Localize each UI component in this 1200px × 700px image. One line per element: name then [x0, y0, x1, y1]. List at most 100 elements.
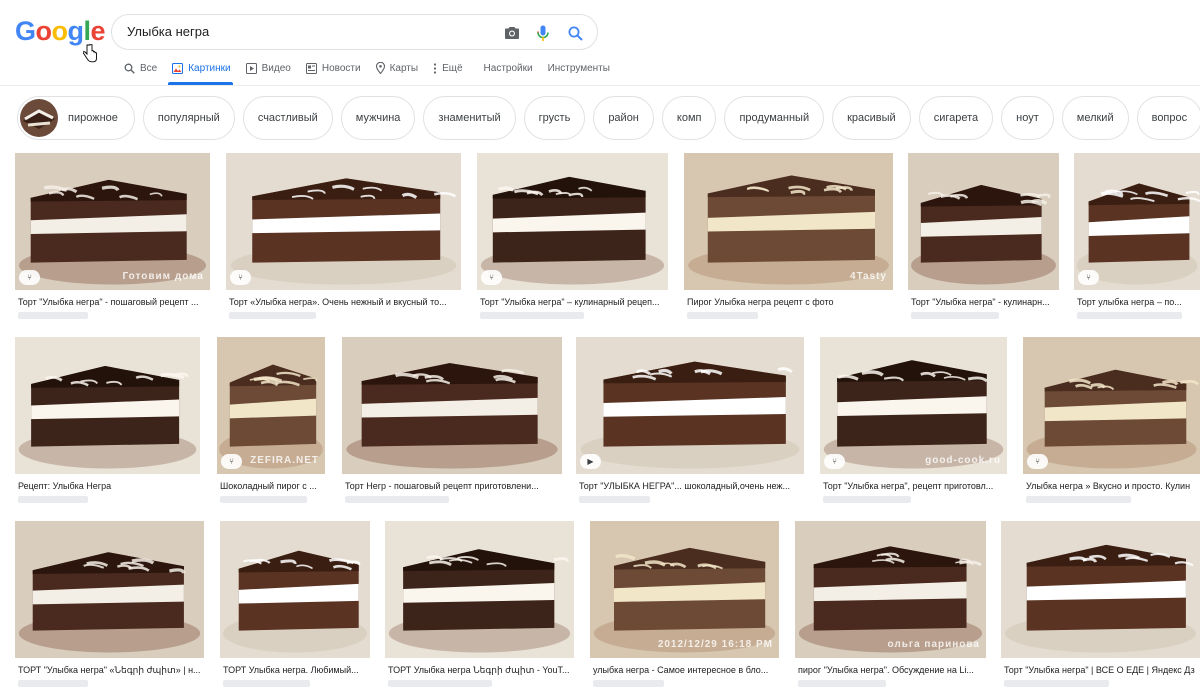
- result-caption[interactable]: пирог "Улыбка негра". Обсуждение на Li..…: [798, 664, 985, 676]
- tab-tools[interactable]: Инструменты: [548, 58, 610, 78]
- image-result[interactable]: Торт Негр - пошаговый рецепт приготовлен…: [342, 337, 562, 504]
- chip-10[interactable]: сигарета: [918, 96, 994, 140]
- tab-all[interactable]: Все: [124, 58, 157, 78]
- search-query[interactable]: Улыбка негра: [127, 15, 209, 49]
- result-caption[interactable]: ТОРТ Улыбка негра. Любимый...: [223, 664, 369, 676]
- result-caption[interactable]: Торт "УЛЫБКА НЕГРА"... шоколадный,очень …: [579, 480, 803, 492]
- result-caption[interactable]: Торт "Улыбка негра" – кулинарный рецеп..…: [480, 296, 667, 308]
- result-caption[interactable]: Рецепт: Улыбка Негра: [18, 480, 199, 492]
- chip-11[interactable]: ноут: [1001, 96, 1054, 140]
- chip-2[interactable]: счастливый: [242, 96, 333, 140]
- image-result[interactable]: ⑂ Торт улыбка негра – по...: [1074, 153, 1200, 320]
- chip-0[interactable]: пирожное: [17, 96, 135, 140]
- search-icon[interactable]: [563, 21, 587, 45]
- chip-13[interactable]: вопрос: [1136, 96, 1200, 140]
- result-caption[interactable]: улыбка негра - Самое интересное в бло...: [593, 664, 778, 676]
- result-caption[interactable]: Торт «Улыбка негра». Очень нежный и вкус…: [229, 296, 460, 308]
- chip-5[interactable]: грусть: [523, 96, 586, 140]
- result-thumbnail[interactable]: [1001, 521, 1200, 658]
- result-caption[interactable]: Пирог Улыбка негра рецепт с фото: [687, 296, 892, 308]
- image-watermark: good-cook.ru: [925, 455, 1001, 466]
- tab-maps[interactable]: Карты: [375, 58, 418, 78]
- image-result[interactable]: ТОРТ "Улыбка негра" «Նեգրի ժպիտ» | н...: [15, 521, 204, 688]
- logo-letter: G: [15, 16, 36, 46]
- image-result[interactable]: ⑂ Торт «Улыбка негра». Очень нежный и вку…: [226, 153, 461, 320]
- result-thumbnail[interactable]: ⑂: [477, 153, 668, 290]
- result-caption[interactable]: ТОРТ "Улыбка негра" «Նեգրի ժպիտ» | н...: [18, 664, 203, 676]
- camera-icon[interactable]: [500, 21, 524, 45]
- result-caption[interactable]: Торт "Улыбка негра" - кулинарн...: [911, 296, 1058, 308]
- logo-letter: g: [67, 16, 85, 46]
- result-caption[interactable]: Торт "Улыбка негра" | ВСЕ О ЕДЕ | Яндекс…: [1004, 664, 1199, 676]
- result-source-placeholder: [579, 496, 650, 503]
- image-result[interactable]: Готовим дома ⑂ Торт "Улыбка негра" - пошаг…: [15, 153, 210, 320]
- tab-images[interactable]: Картинки: [168, 58, 234, 85]
- chip-12[interactable]: мелкий: [1061, 96, 1129, 140]
- search-box[interactable]: Улыбка негра: [111, 14, 598, 50]
- result-caption[interactable]: Торт "Улыбка негра", рецепт приготовл...: [823, 480, 1006, 492]
- google-logo[interactable]: Google: [15, 16, 106, 46]
- result-caption[interactable]: Торт улыбка негра – по...: [1077, 296, 1199, 308]
- news-icon: [305, 62, 317, 74]
- tab-settings[interactable]: Настройки: [484, 58, 533, 78]
- result-thumbnail[interactable]: [908, 153, 1059, 290]
- image-result[interactable]: ТОРТ Улыбка негра. Любимый...: [220, 521, 370, 688]
- result-thumbnail[interactable]: ZEFIRA.NET ⑂: [217, 337, 325, 474]
- result-thumbnail[interactable]: good-cook.ru ⑂: [820, 337, 1007, 474]
- tab-more[interactable]: Ещё: [433, 58, 463, 78]
- result-thumbnail[interactable]: 2012/12/29 16:18 PM: [590, 521, 779, 658]
- image-result[interactable]: 2012/12/29 16:18 PM улыбка негра - Самое …: [590, 521, 779, 688]
- result-thumbnail[interactable]: [220, 521, 370, 658]
- search-tabs: Все Картинки Видео Новости Карты Ещё Нас…: [124, 58, 625, 85]
- recipe-icon: ⑂: [481, 270, 502, 285]
- microphone-icon[interactable]: [531, 21, 555, 45]
- result-thumbnail[interactable]: [342, 337, 562, 474]
- image-result[interactable]: ▶ Торт "УЛЫБКА НЕГРА"... шоколадный,очень…: [576, 337, 804, 504]
- result-thumbnail[interactable]: ⑂: [1023, 337, 1200, 474]
- result-source-placeholder: [593, 680, 664, 687]
- chip-7[interactable]: комп: [661, 96, 717, 140]
- chip-9[interactable]: красивый: [832, 96, 911, 140]
- image-result[interactable]: ольга паринова пирог "Улыбка негра". Обсу…: [795, 521, 986, 688]
- image-result[interactable]: Торт "Улыбка негра" | ВСЕ О ЕДЕ | Яндекс…: [1001, 521, 1200, 688]
- tab-video[interactable]: Видео: [245, 58, 291, 78]
- search-icon: [124, 63, 135, 74]
- result-thumbnail[interactable]: Готовим дома ⑂: [15, 153, 210, 290]
- logo-letter: o: [35, 16, 53, 46]
- image-result[interactable]: Рецепт: Улыбка Негра: [15, 337, 200, 504]
- recipe-icon: ⑂: [230, 270, 251, 285]
- image-result[interactable]: ТОРТ Улыбка негра Նեգրի ժպիտ - YouT...: [385, 521, 574, 688]
- result-caption[interactable]: ТОРТ Улыбка негра Նեգրի ժպիտ - YouT...: [388, 664, 573, 676]
- image-result[interactable]: ZEFIRA.NET ⑂ Шоколадный пирог с ...: [217, 337, 325, 504]
- result-thumbnail[interactable]: ⑂: [226, 153, 461, 290]
- result-caption[interactable]: Торт Негр - пошаговый рецепт приготовлен…: [345, 480, 561, 492]
- result-source-placeholder: [18, 680, 88, 687]
- result-source-placeholder: [480, 312, 584, 319]
- result-thumbnail[interactable]: 4Tasty: [684, 153, 893, 290]
- chip-1[interactable]: популярный: [142, 96, 235, 140]
- tab-news[interactable]: Новости: [305, 58, 361, 78]
- result-caption[interactable]: Улыбка негра » Вкусно и просто. Кулин: [1026, 480, 1199, 492]
- image-result[interactable]: Торт "Улыбка негра" - кулинарн...: [908, 153, 1059, 320]
- result-thumbnail[interactable]: ⑂: [1074, 153, 1200, 290]
- chip-6[interactable]: район: [593, 96, 654, 140]
- chip-4[interactable]: знаменитый: [423, 96, 516, 140]
- result-thumbnail[interactable]: [15, 521, 204, 658]
- result-source-placeholder: [911, 312, 999, 319]
- chip-8[interactable]: продуманный: [724, 96, 825, 140]
- image-result[interactable]: 4Tasty Пирог Улыбка негра рецепт с фото: [684, 153, 893, 320]
- result-caption[interactable]: Шоколадный пирог с ...: [220, 480, 324, 492]
- result-thumbnail[interactable]: ольга паринова: [795, 521, 986, 658]
- image-result[interactable]: ⑂ Торт "Улыбка негра" – кулинарный рецеп.…: [477, 153, 668, 320]
- map-pin-icon: [375, 62, 385, 74]
- result-thumbnail[interactable]: ▶: [576, 337, 804, 474]
- result-source-placeholder: [798, 680, 886, 687]
- result-caption[interactable]: Торт "Улыбка негра" - пошаговый рецепт .…: [18, 296, 209, 308]
- result-source-placeholder: [220, 496, 307, 503]
- result-thumbnail[interactable]: [385, 521, 574, 658]
- image-result[interactable]: good-cook.ru ⑂ Торт "Улыбка негра", рецепт…: [820, 337, 1007, 504]
- result-source-placeholder: [388, 680, 492, 687]
- chip-3[interactable]: мужчина: [340, 96, 416, 140]
- result-thumbnail[interactable]: [15, 337, 200, 474]
- image-result[interactable]: ⑂ Улыбка негра » Вкусно и просто. Кулин: [1023, 337, 1200, 504]
